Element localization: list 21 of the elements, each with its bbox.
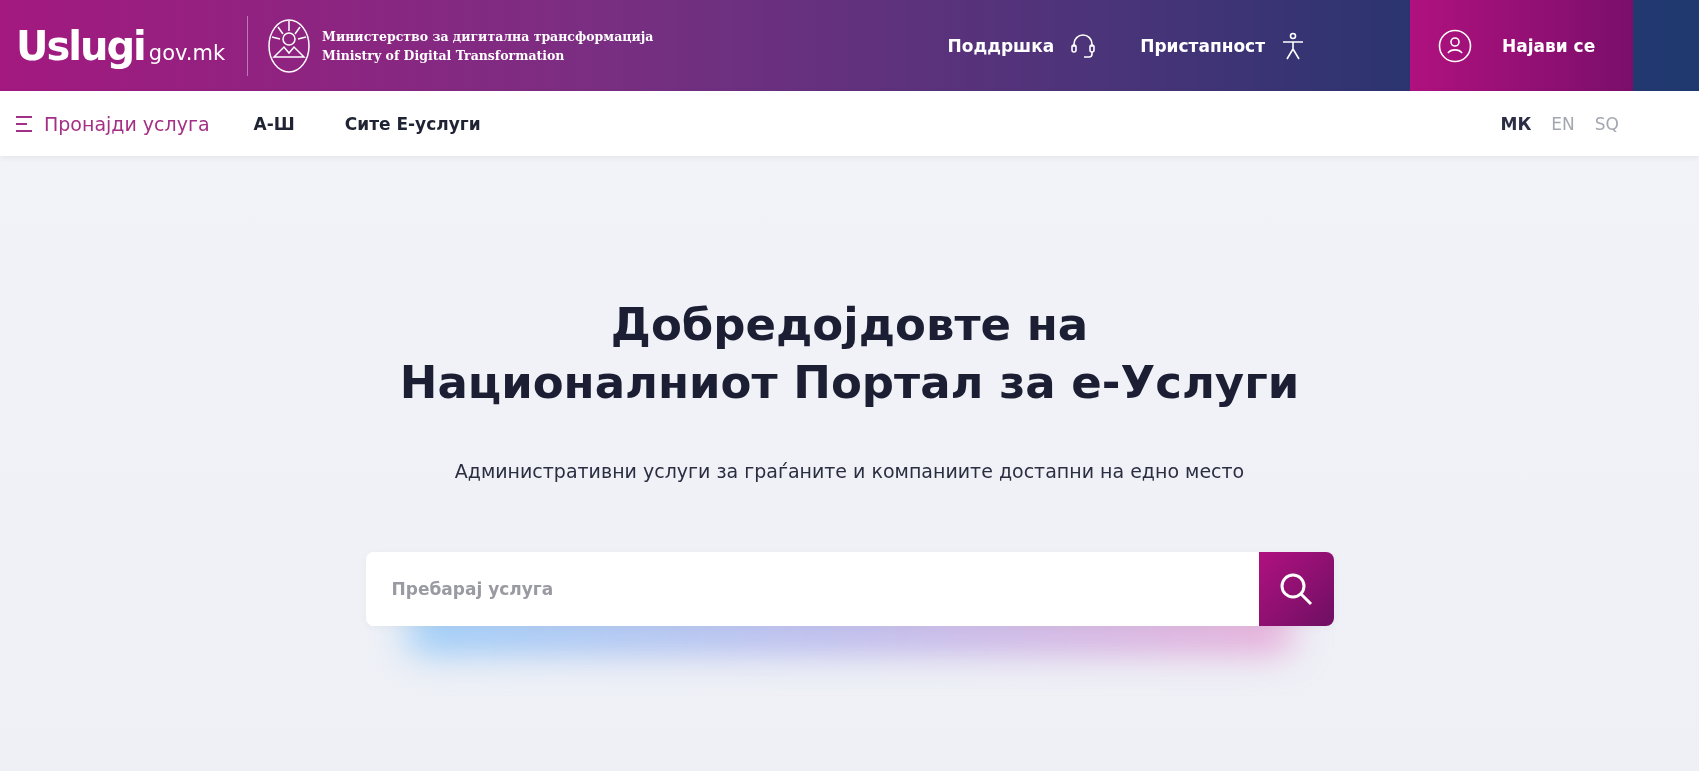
search-button[interactable] bbox=[1258, 552, 1334, 626]
user-icon bbox=[1438, 28, 1472, 63]
hero-subtitle: Административни услуги за граѓаните и компаниите достапни на едно место bbox=[454, 460, 1245, 482]
coat-of-arms-icon bbox=[266, 16, 313, 75]
logo-text[interactable]: Uslugi bbox=[16, 22, 145, 69]
logo-domain[interactable]: gov.mk bbox=[148, 40, 226, 65]
headset-icon bbox=[1070, 32, 1097, 59]
accessibility-icon bbox=[1281, 31, 1305, 60]
find-service-menu[interactable]: Пронајди услуга bbox=[16, 112, 210, 135]
search-field[interactable]: Пребарај услуга bbox=[365, 552, 1334, 626]
language-option[interactable]: МК bbox=[1500, 113, 1532, 134]
accessibility-link[interactable]: Пристапност bbox=[1140, 31, 1305, 60]
hero-title: Добредојдовте на Националниот Портал за е-Услуги bbox=[399, 297, 1300, 411]
nav-link[interactable]: Сите Е-услуги bbox=[344, 113, 481, 134]
ministry-name: Министерство за дигитална трансформација bbox=[322, 28, 654, 44]
nav-link[interactable]: А-Ш bbox=[253, 113, 295, 134]
menu-icon bbox=[16, 114, 34, 133]
login-button[interactable]: Најави се bbox=[1410, 0, 1633, 91]
search-icon bbox=[1279, 572, 1313, 606]
ministry-name: Ministry of Digital Transformation bbox=[322, 47, 566, 63]
support-link[interactable]: Поддршка bbox=[947, 32, 1097, 59]
